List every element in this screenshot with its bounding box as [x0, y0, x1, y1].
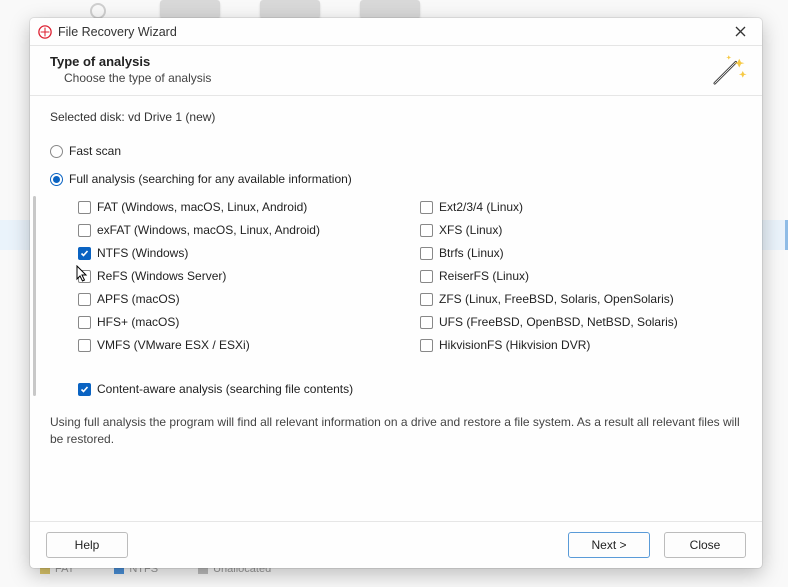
- radio-icon: [50, 173, 63, 186]
- close-icon: [735, 26, 746, 37]
- checkbox-icon: [78, 201, 91, 214]
- dialog-header: Type of analysis Choose the type of anal…: [30, 46, 762, 96]
- filesystem-grid: FAT (Windows, macOS, Linux, Android) Ext…: [78, 200, 742, 352]
- checkbox-label: ReiserFS (Linux): [439, 269, 529, 283]
- radio-full-analysis[interactable]: Full analysis (searching for any availab…: [50, 172, 742, 186]
- checkbox-apfs[interactable]: APFS (macOS): [78, 292, 400, 306]
- checkbox-label: FAT (Windows, macOS, Linux, Android): [97, 200, 307, 214]
- window-title: File Recovery Wizard: [58, 25, 177, 39]
- checkbox-icon: [420, 270, 433, 283]
- checkbox-xfs[interactable]: XFS (Linux): [420, 223, 742, 237]
- checkbox-icon: [78, 383, 91, 396]
- checkbox-reiserfs[interactable]: ReiserFS (Linux): [420, 269, 742, 283]
- checkbox-ntfs[interactable]: NTFS (Windows): [78, 246, 400, 260]
- next-button[interactable]: Next >: [568, 532, 650, 558]
- checkbox-hfs[interactable]: HFS+ (macOS): [78, 315, 400, 329]
- checkbox-icon: [420, 247, 433, 260]
- selected-disk-label: Selected disk: vd Drive 1 (new): [50, 110, 742, 124]
- checkbox-btrfs[interactable]: Btrfs (Linux): [420, 246, 742, 260]
- checkbox-label: HFS+ (macOS): [97, 315, 179, 329]
- checkbox-fat[interactable]: FAT (Windows, macOS, Linux, Android): [78, 200, 400, 214]
- wizard-wand-icon: [706, 50, 748, 92]
- checkbox-icon: [420, 339, 433, 352]
- checkbox-hikvisionfs[interactable]: HikvisionFS (Hikvision DVR): [420, 338, 742, 352]
- bg-disks: [160, 0, 420, 18]
- titlebar: File Recovery Wizard: [30, 18, 762, 46]
- checkbox-ufs[interactable]: UFS (FreeBSD, OpenBSD, NetBSD, Solaris): [420, 315, 742, 329]
- app-icon: [38, 25, 52, 39]
- checkbox-label: NTFS (Windows): [97, 246, 188, 260]
- checkbox-label: VMFS (VMware ESX / ESXi): [97, 338, 250, 352]
- hint-text: Using full analysis the program will fin…: [50, 414, 742, 448]
- dialog-footer: Help Next > Close: [30, 521, 762, 568]
- checkbox-content-aware[interactable]: Content-aware analysis (searching file c…: [78, 382, 742, 396]
- checkbox-label: XFS (Linux): [439, 223, 502, 237]
- checkbox-icon: [78, 224, 91, 237]
- checkbox-label: ReFS (Windows Server): [97, 269, 226, 283]
- checkbox-icon: [420, 201, 433, 214]
- checkbox-label: UFS (FreeBSD, OpenBSD, NetBSD, Solaris): [439, 315, 678, 329]
- radio-label: Full analysis (searching for any availab…: [69, 172, 352, 186]
- file-recovery-wizard-dialog: File Recovery Wizard Type of analysis Ch…: [30, 18, 762, 568]
- radio-fast-scan[interactable]: Fast scan: [50, 144, 742, 158]
- checkbox-icon: [420, 293, 433, 306]
- checkbox-label: Ext2/3/4 (Linux): [439, 200, 523, 214]
- page-subtitle: Choose the type of analysis: [64, 71, 742, 85]
- checkbox-exfat[interactable]: exFAT (Windows, macOS, Linux, Android): [78, 223, 400, 237]
- checkbox-label: APFS (macOS): [97, 292, 180, 306]
- close-window-button[interactable]: [726, 21, 754, 43]
- checkbox-zfs[interactable]: ZFS (Linux, FreeBSD, Solaris, OpenSolari…: [420, 292, 742, 306]
- help-button[interactable]: Help: [46, 532, 128, 558]
- checkbox-label: ZFS (Linux, FreeBSD, Solaris, OpenSolari…: [439, 292, 674, 306]
- radio-label: Fast scan: [69, 144, 121, 158]
- checkbox-icon: [78, 316, 91, 329]
- bg-circle-icon: [90, 3, 106, 19]
- checkbox-label: Content-aware analysis (searching file c…: [97, 382, 353, 396]
- checkbox-ext[interactable]: Ext2/3/4 (Linux): [420, 200, 742, 214]
- checkbox-vmfs[interactable]: VMFS (VMware ESX / ESXi): [78, 338, 400, 352]
- checkbox-icon: [420, 316, 433, 329]
- scroll-indicator[interactable]: [33, 196, 36, 396]
- checkbox-label: exFAT (Windows, macOS, Linux, Android): [97, 223, 320, 237]
- checkbox-icon: [420, 224, 433, 237]
- dialog-body: Selected disk: vd Drive 1 (new) Fast sca…: [30, 96, 762, 521]
- checkbox-label: HikvisionFS (Hikvision DVR): [439, 338, 590, 352]
- close-button[interactable]: Close: [664, 532, 746, 558]
- checkbox-icon: [78, 270, 91, 283]
- checkbox-label: Btrfs (Linux): [439, 246, 504, 260]
- checkbox-icon: [78, 247, 91, 260]
- radio-icon: [50, 145, 63, 158]
- checkbox-icon: [78, 293, 91, 306]
- page-title: Type of analysis: [50, 54, 742, 69]
- checkbox-icon: [78, 339, 91, 352]
- checkbox-refs[interactable]: ReFS (Windows Server): [78, 269, 400, 283]
